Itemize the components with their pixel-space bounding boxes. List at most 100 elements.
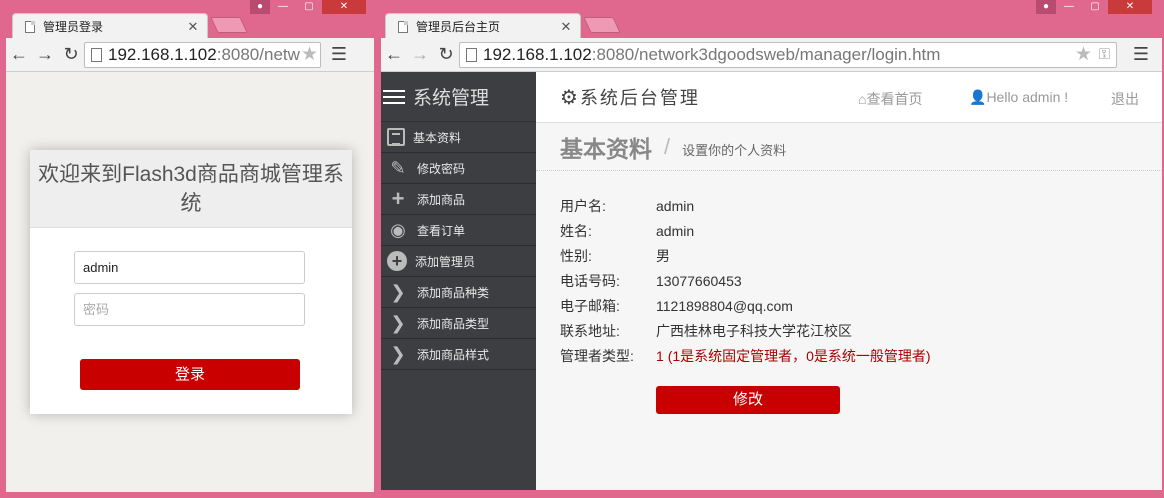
hamburger-icon[interactable] [383,89,405,104]
sidebar-item-change-password[interactable]: ✎ 修改密码 [381,153,536,184]
page-title: 基本资料 [560,135,652,162]
field-value: 1 (1是系统固定管理者，0是系统一般管理者) [656,347,931,364]
admin-page: 系统管理 基本资料 ✎ 修改密码 + 添加商品 ◉ 查看订单 + 添加管理员 ❯… [381,72,1162,490]
login-button[interactable]: 登录 [80,359,300,390]
sidebar-item-label: 查看订单 [417,223,466,238]
window-controls: ● — ▢ ✕ [250,0,366,14]
login-header: 欢迎来到Flash3d商品商城管理系统 [30,150,352,228]
plus-icon: + [391,186,405,211]
list-icon [387,128,405,146]
sidebar-item-add-product[interactable]: + 添加商品 [381,184,536,215]
sidebar-item-add-category[interactable]: ❯ 添加商品种类 [381,277,536,308]
minimize-icon[interactable]: — [1056,0,1082,14]
gear-icon: ⚙ [560,86,578,109]
field-label: 联系地址: [560,322,620,339]
chevron-right-icon: ❯ [390,282,406,302]
key-icon[interactable]: ⚿ [1099,46,1110,63]
field-value: 1121898804@qq.com [656,297,793,314]
main-panel: ⚙ 系统后台管理 ⌂查看首页 👤Hello admin ! 退出 基本资料 / … [536,72,1162,490]
menu-icon[interactable]: ☰ [1131,44,1151,65]
tab-title: 管理员后台主页 [416,20,501,34]
maximize-icon[interactable]: ▢ [296,0,322,14]
login-heading: 欢迎来到Flash3d商品商城管理系统 [38,162,344,215]
reload-icon[interactable]: ↻ [433,44,459,65]
logout-link[interactable]: 退出 [1111,89,1139,109]
edit-button[interactable]: 修改 [656,386,840,414]
url-text: 192.168.1.102:8080/netw [108,44,300,64]
close-window-icon[interactable]: ✕ [1108,0,1152,14]
menu-icon[interactable]: ☰ [329,44,349,65]
top-navbar: ⚙ 系统后台管理 ⌂查看首页 👤Hello admin ! 退出 [536,72,1162,123]
field-label: 性别: [560,247,592,264]
sidebar-header: 系统管理 [381,72,536,122]
new-tab-button[interactable] [583,17,621,33]
tab-admin[interactable]: 管理员后台主页 ✕ [385,13,581,39]
forward-icon[interactable]: → [407,44,433,65]
field-label: 电话号码: [560,272,620,289]
field-value: admin [656,222,695,239]
sidebar-item-basic-info[interactable]: 基本资料 [381,122,536,153]
password-input[interactable]: 密码 [74,293,305,326]
sidebar-title: 系统管理 [413,88,490,109]
bookmark-star-icon[interactable]: ★ [301,43,318,66]
back-icon[interactable]: ← [381,44,407,65]
address-bar[interactable]: 192.168.1.102:8080/netw ★ [84,41,321,68]
title-separator: / [664,133,671,159]
user-greeting[interactable]: 👤Hello admin ! [969,89,1068,106]
sidebar-item-label: 添加商品种类 [417,285,490,300]
sidebar-item-add-admin[interactable]: + 添加管理员 [381,246,536,277]
field-value: admin [656,197,695,214]
tab-close-icon[interactable]: ✕ [558,19,574,35]
sidebar-item-label: 添加商品样式 [417,347,490,362]
minimize-icon[interactable]: — [270,0,296,14]
tab-close-icon[interactable]: ✕ [185,19,201,35]
profile-row: 性别: 男 [560,243,931,268]
sidebar-item-view-orders[interactable]: ◉ 查看订单 [381,215,536,246]
maximize-icon[interactable]: ▢ [1082,0,1108,14]
home-link[interactable]: ⌂查看首页 [858,89,922,109]
back-icon[interactable]: ← [6,44,32,65]
new-tab-button[interactable] [210,17,248,33]
forward-icon[interactable]: → [32,44,58,65]
plus-circle-icon: + [387,251,407,271]
tab-login[interactable]: 管理员登录 ✕ [12,13,208,39]
browser-toolbar: ← → ↻ 192.168.1.102:8080/network3dgoodsw… [381,38,1162,72]
sidebar: 系统管理 基本资料 ✎ 修改密码 + 添加商品 ◉ 查看订单 + 添加管理员 ❯… [381,72,536,490]
profile-row: 管理者类型: 1 (1是系统固定管理者，0是系统一般管理者) [560,343,931,368]
browser-toolbar: ← → ↻ 192.168.1.102:8080/netw ★ ☰ [6,38,374,72]
browser-window-login: 管理员登录 ✕ ● — ▢ ✕ ← → ↻ 192.168.1.102:8080… [0,0,378,498]
profile-row: 电话号码: 13077660453 [560,268,931,293]
field-value: 广西桂林电子科技大学花江校区 [656,322,852,339]
browser-window-admin: 管理员后台主页 ✕ ● — ▢ ✕ ← → ↻ 192.168.1.102:80… [381,0,1164,498]
bookmark-star-icon[interactable]: ★ [1075,43,1092,66]
sidebar-item-label: 添加商品 [417,192,466,207]
user-icon[interactable]: ● [250,0,270,14]
field-value: 男 [656,247,670,264]
chevron-right-icon: ❯ [390,313,406,333]
profile-info: 用户名: admin 姓名: admin 性别: 男 电话号码: 1307766… [560,193,931,368]
page-info-icon[interactable] [466,47,477,62]
field-label: 姓名: [560,222,592,239]
user-icon[interactable]: ● [1036,0,1056,14]
page-icon [25,20,35,33]
address-bar[interactable]: 192.168.1.102:8080/network3dgoodsweb/man… [459,41,1117,68]
field-label: 电子邮箱: [560,297,620,314]
sidebar-item-label: 添加商品类型 [417,316,490,331]
page-subtitle: 设置你的个人资料 [682,143,787,158]
tab-title: 管理员登录 [43,20,104,34]
page-header: 基本资料 / 设置你的个人资料 [536,123,1162,171]
field-value: 13077660453 [656,272,742,289]
close-window-icon[interactable]: ✕ [322,0,366,14]
page-info-icon[interactable] [91,47,102,62]
field-label: 管理者类型: [560,347,634,364]
profile-row: 联系地址: 广西桂林电子科技大学花江校区 [560,318,931,343]
window-controls: ● — ▢ ✕ [1036,0,1152,14]
sidebar-item-add-style[interactable]: ❯ 添加商品样式 [381,339,536,370]
username-input[interactable]: admin [74,251,305,284]
reload-icon[interactable]: ↻ [58,44,84,65]
brand-title: 系统后台管理 [579,88,700,108]
profile-row: 姓名: admin [560,218,931,243]
profile-row: 电子邮箱: 1121898804@qq.com [560,293,931,318]
url-text: 192.168.1.102:8080/network3dgoodsweb/man… [483,44,941,64]
sidebar-item-add-type[interactable]: ❯ 添加商品类型 [381,308,536,339]
